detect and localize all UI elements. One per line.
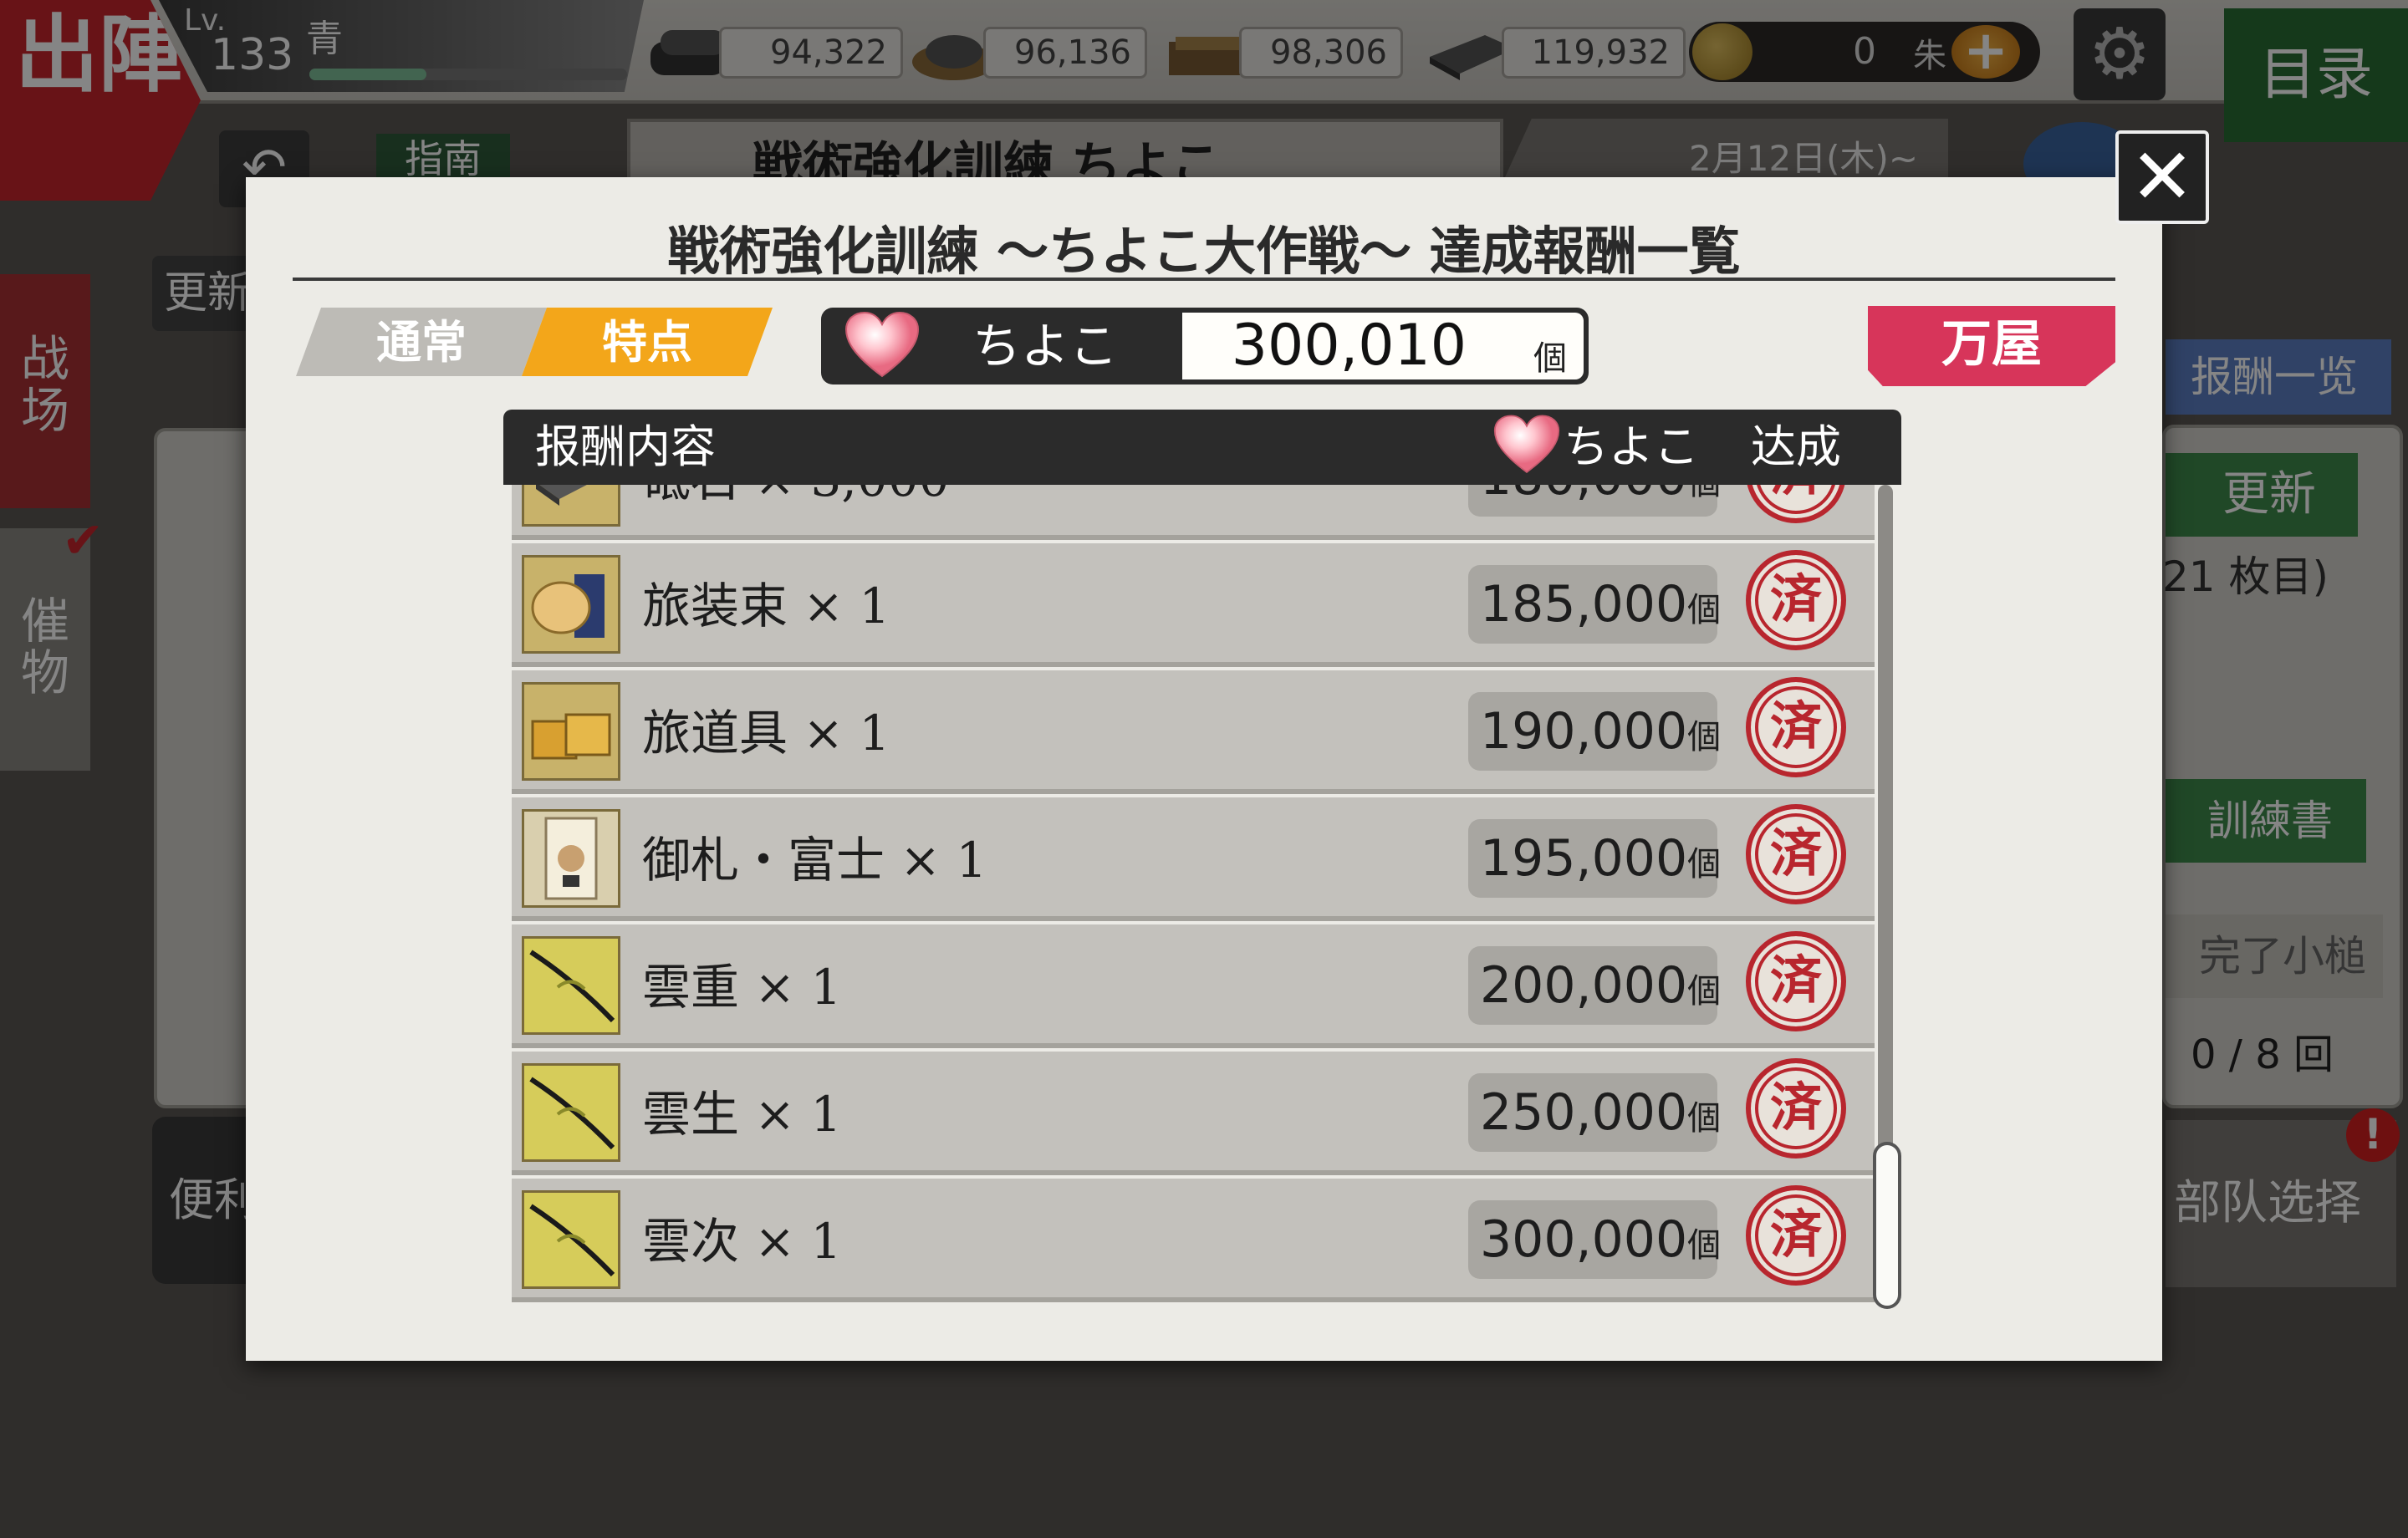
travel-tools-icon [522,682,620,781]
shop-button[interactable]: 万屋 [1868,306,2115,386]
reward-list[interactable]: 砥石 × 3,000 180,000個 済 旅装束 × 1 185,000個 済… [512,485,1875,1307]
reward-requirement: 300,000個 [1468,1200,1721,1279]
travel-clothes-icon [522,555,620,654]
tab-normal[interactable]: 通常 [296,308,547,376]
reward-row: 雲重 × 1 200,000個 済 [512,924,1875,1048]
requirement-unit: 個 [1687,485,1721,502]
close-button[interactable]: ✕ [2115,130,2209,224]
reward-name: 砥石 × 3,000 [642,485,950,510]
tab-special[interactable]: 特点 [522,308,773,376]
header-achieved-label: 达成 [1751,420,1841,473]
requirement-unit: 個 [1687,718,1722,756]
header-currency-label: ちよこ [1564,420,1699,473]
reward-requirement: 250,000個 [1468,1073,1721,1152]
reward-row: 御札・富士 × 1 195,000個 済 [512,797,1875,921]
requirement-unit: 個 [1687,972,1722,1011]
header-content-label: 报酬内容 [535,420,716,473]
requirement-value: 190,000 [1480,702,1688,761]
reward-requirement: 185,000個 [1468,565,1721,644]
reward-name: 御札・富士 × 1 [642,832,987,889]
achieved-stamp: 済 [1746,804,1846,904]
title-divider [293,278,2115,281]
reward-name: 雲生 × 1 [642,1086,842,1143]
requirement-unit: 個 [1687,1099,1722,1138]
reward-row: 旅道具 × 1 190,000個 済 [512,670,1875,794]
reward-requirement: 180,000個 [1468,485,1721,517]
talisman-icon [522,809,620,908]
reward-row: 雲次 × 1 300,000個 済 [512,1179,1875,1302]
achieved-stamp: 済 [1746,1058,1846,1159]
reward-requirement: 190,000個 [1468,692,1721,771]
requirement-unit: 個 [1687,591,1722,629]
counter-label: ちよこ [972,318,1118,374]
reward-row: 旅装束 × 1 185,000個 済 [512,543,1875,667]
requirement-unit: 個 [1687,845,1722,884]
sword-icon [522,936,620,1035]
achieved-stamp: 済 [1746,485,1846,523]
reward-requirement: 195,000個 [1468,819,1721,898]
requirement-value: 250,000 [1480,1083,1688,1142]
reward-row: 雲生 × 1 250,000個 済 [512,1052,1875,1175]
requirement-value: 180,000 [1480,485,1687,507]
reward-name: 旅道具 × 1 [642,705,890,761]
header-heart-icon [1493,413,1560,476]
counter-unit: 個 [1533,339,1567,378]
requirement-value: 195,000 [1480,829,1688,888]
requirement-value: 200,000 [1480,956,1688,1015]
scrollbar-thumb[interactable] [1873,1142,1901,1309]
achieved-stamp: 済 [1746,1185,1846,1286]
reward-row: 砥石 × 3,000 180,000個 済 [512,485,1875,540]
achieved-stamp: 済 [1746,931,1846,1031]
requirement-value: 300,000 [1480,1210,1688,1269]
requirement-value: 185,000 [1480,575,1688,634]
modal-title: 戦術強化訓練 ～ちよこ大作戦～ 達成報酬一覧 [667,221,1741,282]
counter-value: 300,010 [1231,313,1467,379]
requirement-unit: 個 [1687,1226,1722,1265]
reward-name: 雲次 × 1 [642,1213,842,1270]
achieved-stamp: 済 [1746,550,1846,650]
reward-name: 旅装束 × 1 [642,578,890,634]
whetstone-icon [522,485,620,527]
reward-name: 雲重 × 1 [642,959,842,1016]
sword-icon [522,1063,620,1162]
achieved-stamp: 済 [1746,677,1846,777]
sword-icon [522,1190,620,1289]
reward-requirement: 200,000個 [1468,946,1721,1025]
